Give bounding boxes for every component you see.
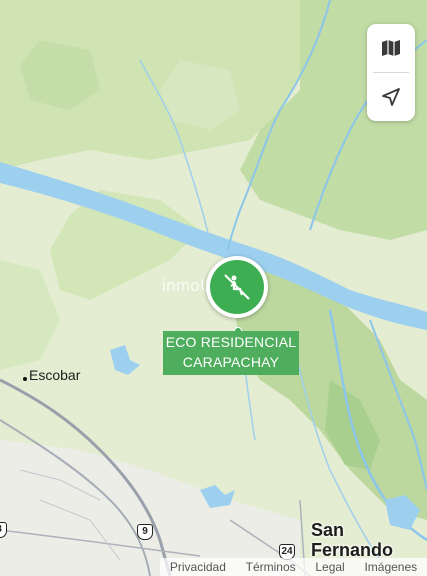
images-link[interactable]: Imágenes [364,560,417,574]
urban-area [0,440,300,576]
place-label-san-fernando[interactable]: San Fernando [311,520,393,560]
place-label-text: Escobar [29,367,81,383]
map-mode-button[interactable] [367,24,415,72]
map-footer: Privacidad Términos Legal Imágenes [160,558,427,576]
place-label-line2: Fernando [311,540,394,560]
place-label-line1: San [311,520,345,540]
map-icon [382,40,400,56]
terms-link[interactable]: Términos [246,560,296,574]
map-view[interactable]: inmoUP ECO RESIDENCIAL CARAPACHAY Escoba… [0,0,427,576]
location-arrow-icon [382,88,400,106]
place-label-escobar[interactable]: Escobar [23,367,81,383]
zipline-icon [210,260,264,314]
city-dot-icon [23,377,27,381]
marker-label-line2: CARAPACHAY [182,354,280,370]
my-location-button[interactable] [367,73,415,121]
route-shield-9: 9 [137,524,153,540]
location-marker[interactable] [206,256,268,318]
map-controls [367,24,415,121]
forest-area [0,260,60,370]
legal-link[interactable]: Legal [315,560,344,574]
marker-label[interactable]: ECO RESIDENCIAL CARAPACHAY [163,331,299,375]
lake [110,345,140,375]
privacy-link[interactable]: Privacidad [170,560,226,574]
marker-label-line1: ECO RESIDENCIAL [165,334,297,350]
